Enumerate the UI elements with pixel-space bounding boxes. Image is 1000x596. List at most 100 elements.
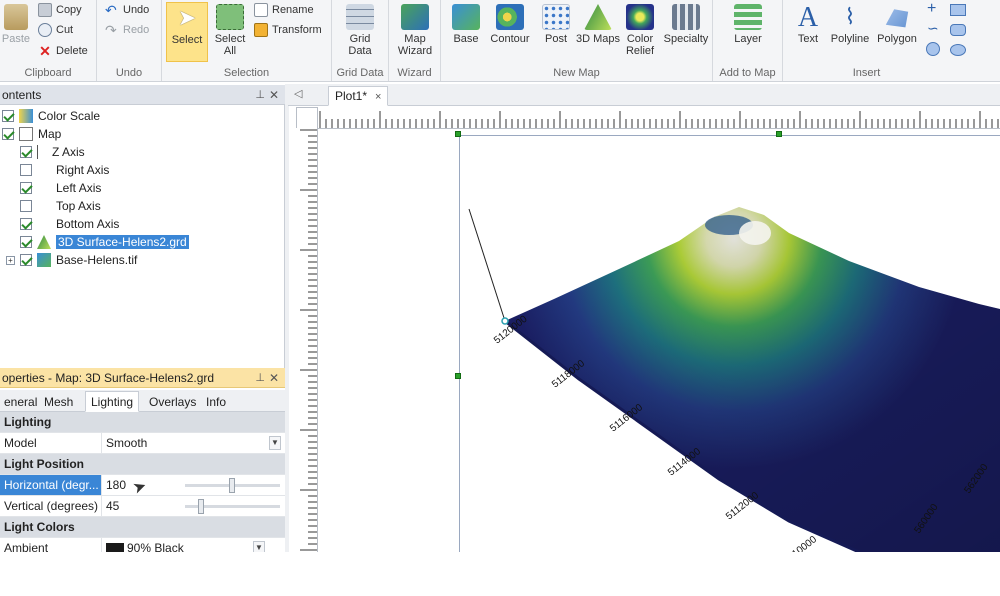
- polyline-button[interactable]: ⌇ Polyline: [827, 2, 873, 62]
- checkbox[interactable]: [20, 164, 32, 176]
- tab-lighting[interactable]: Lighting: [85, 391, 140, 412]
- tab-general[interactable]: eneral: [0, 391, 43, 412]
- color-relief-icon: [626, 4, 654, 30]
- layer-button[interactable]: Layer: [725, 2, 771, 62]
- cut-button[interactable]: Cut: [38, 20, 73, 40]
- grid-data-group: Grid Data Grid Data: [332, 0, 389, 81]
- redo-button[interactable]: ↷ Redo: [105, 20, 149, 40]
- contents-panel-title: ontents ⊥ ✕: [0, 85, 285, 105]
- tree-item-z-axis[interactable]: Z Axis: [20, 143, 85, 161]
- tree-item-left-axis[interactable]: Left Axis: [20, 179, 101, 197]
- vertical-ruler: [296, 128, 318, 552]
- paste-button[interactable]: Paste: [0, 2, 34, 62]
- tree-item-map[interactable]: Map: [2, 125, 61, 143]
- ribbon: Paste Copy Cut ✕ Delete Clipboard ↶ Undo…: [0, 0, 1000, 82]
- select-all-button[interactable]: Select All: [210, 2, 250, 62]
- section-light-position: Light Position: [0, 454, 285, 475]
- selection-group-label: Selection: [223, 67, 270, 79]
- selection-handle[interactable]: [455, 131, 461, 137]
- slider-thumb[interactable]: [198, 499, 205, 514]
- checkbox[interactable]: [2, 110, 14, 122]
- tree-item-bottom-axis[interactable]: Bottom Axis: [20, 215, 119, 233]
- checkbox[interactable]: [20, 146, 32, 158]
- corner-handle[interactable]: [501, 317, 509, 325]
- base-map-icon: [452, 4, 480, 30]
- document-tabs: ◁ Plot1* ×: [288, 84, 1000, 106]
- rounded-rect-icon[interactable]: [950, 24, 966, 36]
- property-model[interactable]: Model Smooth ▼: [0, 433, 285, 454]
- 3d-maps-icon: [584, 4, 612, 30]
- delete-icon: ✕: [39, 43, 51, 59]
- tab-plot1[interactable]: Plot1* ×: [328, 86, 389, 106]
- tree-item-top-axis[interactable]: Top Axis: [20, 197, 101, 215]
- close-tab-icon[interactable]: ×: [375, 91, 381, 103]
- tab-overlays[interactable]: Overlays: [143, 391, 202, 412]
- checkbox[interactable]: [20, 254, 32, 266]
- tree-item-base-helens[interactable]: + Base-Helens.tif: [6, 251, 137, 269]
- rectangle-icon[interactable]: [950, 4, 966, 16]
- pin-icon[interactable]: ⊥: [255, 85, 265, 105]
- 3d-surface-map[interactable]: 5120000511800051160005114000511200051100…: [319, 129, 1000, 552]
- property-vertical[interactable]: Vertical (degrees) 45: [0, 496, 285, 517]
- blank-area: [0, 552, 1000, 596]
- clipboard-group-label: Clipboard: [24, 67, 72, 79]
- rename-icon: [254, 3, 268, 17]
- new-map-group: Base Contour Post 3D Maps Color Relief S…: [441, 0, 713, 81]
- polygon-icon: [885, 9, 909, 28]
- copy-icon: [38, 3, 52, 17]
- curve-icon[interactable]: ∽: [927, 20, 939, 37]
- close-icon[interactable]: ✕: [269, 85, 279, 105]
- checkbox[interactable]: [20, 200, 32, 212]
- tab-info[interactable]: Info: [200, 391, 232, 412]
- transform-button[interactable]: Transform: [254, 20, 322, 40]
- properties-tabs: eneral Mesh Lighting Overlays Info: [0, 390, 285, 412]
- circle-icon[interactable]: [926, 42, 940, 56]
- tree-item-right-axis[interactable]: Right Axis: [20, 161, 109, 179]
- rename-button[interactable]: Rename: [254, 0, 314, 20]
- tree-item-3d-surface[interactable]: 3D Surface-Helens2.grd: [20, 233, 189, 251]
- tab-scroll-left-icon[interactable]: ◁: [294, 87, 302, 100]
- property-horizontal[interactable]: Horizontal (degr... 180 ➤: [0, 475, 285, 498]
- expand-icon[interactable]: +: [6, 255, 15, 265]
- vertical-slider[interactable]: [185, 499, 280, 514]
- checkbox[interactable]: [20, 218, 32, 230]
- chevron-down-icon[interactable]: ▼: [269, 436, 281, 450]
- select-button[interactable]: ➤ Select: [166, 2, 208, 62]
- ellipse-icon[interactable]: [950, 44, 966, 56]
- grid-data-button[interactable]: Grid Data: [337, 2, 383, 62]
- tab-mesh[interactable]: Mesh: [38, 391, 79, 412]
- post-map-button[interactable]: Post: [533, 2, 579, 62]
- map-wizard-icon: [401, 4, 429, 30]
- add-to-map-group-label: Add to Map: [719, 67, 776, 79]
- undo-button[interactable]: ↶ Undo: [105, 0, 149, 20]
- checkbox[interactable]: [20, 182, 32, 194]
- polygon-button[interactable]: Polygon: [873, 2, 921, 62]
- checkbox[interactable]: [2, 128, 14, 140]
- 3d-maps-button[interactable]: 3D Maps: [575, 2, 621, 62]
- close-icon[interactable]: ✕: [269, 368, 279, 388]
- property-ambient[interactable]: Ambient 90% Black ▼: [0, 538, 285, 552]
- color-relief-button[interactable]: Color Relief: [617, 2, 663, 62]
- plot-canvas[interactable]: 5120000 5118000 5116000 5114000 5112000 51100…: [319, 129, 1000, 552]
- contour-map-button[interactable]: Contour: [487, 2, 533, 62]
- add-to-map-group: Layer Add to Map: [713, 0, 783, 81]
- undo-group: ↶ Undo ↷ Redo Undo: [97, 0, 162, 81]
- horizontal-slider[interactable]: [185, 478, 280, 493]
- map-wizard-button[interactable]: Map Wizard: [392, 2, 438, 62]
- plus-icon[interactable]: +: [927, 0, 936, 18]
- pin-icon[interactable]: ⊥: [255, 368, 265, 388]
- specialty-button[interactable]: Specialty: [661, 2, 711, 62]
- selection-handle[interactable]: [776, 131, 782, 137]
- insert-text-button[interactable]: A Text: [785, 2, 831, 62]
- checkbox[interactable]: [20, 236, 32, 248]
- chevron-down-icon[interactable]: ▼: [253, 541, 265, 552]
- selection-handle[interactable]: [455, 373, 461, 379]
- copy-button[interactable]: Copy: [38, 0, 82, 20]
- splitter[interactable]: [285, 84, 289, 552]
- base-map-button[interactable]: Base: [443, 2, 489, 62]
- slider-thumb[interactable]: [228, 478, 235, 493]
- color-swatch: [106, 542, 124, 552]
- section-light-colors: Light Colors: [0, 517, 285, 538]
- tree-item-color-scale[interactable]: Color Scale: [2, 107, 100, 125]
- delete-button[interactable]: ✕ Delete: [38, 41, 88, 61]
